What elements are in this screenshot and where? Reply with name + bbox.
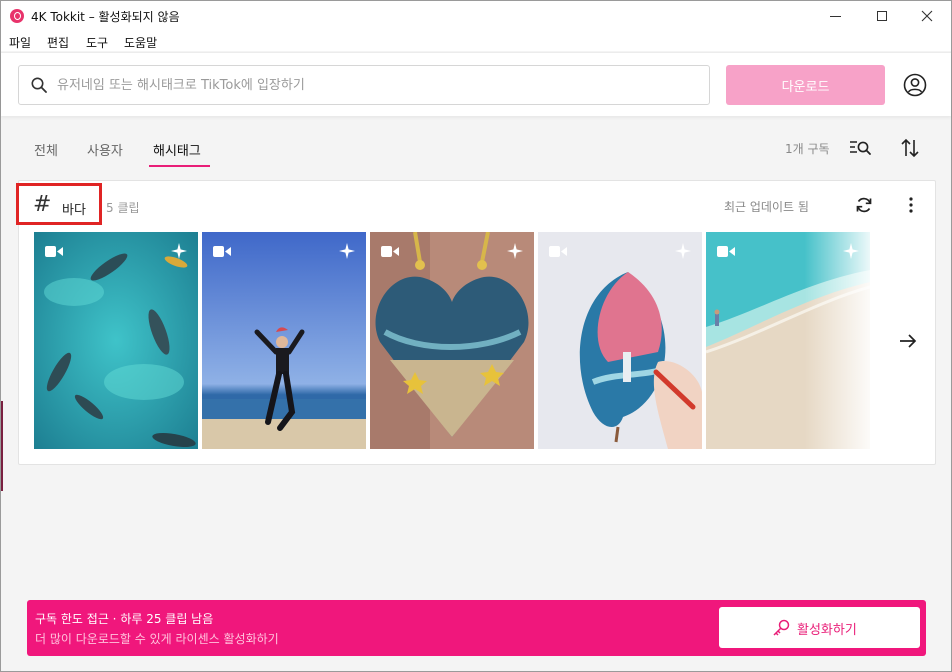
maximize-button[interactable] [859,1,905,31]
sparkle-icon [507,243,523,259]
app-logo-icon [10,9,24,23]
video-icon [717,246,735,257]
hashtag-icon: # [33,192,52,217]
menu-edit[interactable]: 편집 [47,34,69,51]
refresh-icon[interactable] [854,195,874,215]
search-header: 다운로드 [1,52,951,116]
sparkle-icon [675,243,691,259]
sparkle-icon [843,243,859,259]
arrow-right-icon[interactable] [897,330,919,352]
video-icon [549,246,567,257]
activate-button-label: 활성화하기 [797,623,857,638]
minimize-button[interactable] [812,1,858,31]
search-box [18,65,710,105]
clip-thumbnail[interactable] [538,232,702,449]
filter-search-icon[interactable] [849,139,873,157]
sort-icon[interactable] [899,137,921,159]
key-icon [773,619,790,636]
download-button[interactable]: 다운로드 [726,65,885,105]
menu-file[interactable]: 파일 [9,34,31,51]
clip-thumbnail[interactable] [370,232,534,449]
subscription-count: 1개 구독 [785,142,830,156]
update-status: 최근 업데이트 됨 [724,200,809,214]
search-icon [31,77,47,93]
video-icon [381,246,399,257]
menu-tools[interactable]: 도구 [86,34,108,51]
tag-highlight-box [16,183,102,225]
close-button[interactable] [904,1,950,31]
video-icon [213,246,231,257]
hashtag-name[interactable]: 바다 [62,199,86,218]
tab-all[interactable]: 전체 [34,140,58,159]
search-input[interactable] [57,66,697,104]
minimize-icon [829,15,841,17]
license-banner: 구독 한도 접근 · 하루 25 클립 남음 더 많이 다운로드할 수 있게 라… [27,600,926,656]
window-title: 4K Tokkit – 활성화되지 않음 [31,10,180,24]
banner-subtitle: 더 많이 다운로드할 수 있게 라이센스 활성화하기 [35,632,279,646]
clip-thumbnail[interactable] [202,232,366,449]
active-tab-indicator [149,165,210,167]
title-bar: 4K Tokkit – 활성화되지 않음 [1,1,951,31]
close-icon [921,10,933,22]
app-window: 4K Tokkit – 활성화되지 않음 파일 편집 도구 도움말 다운로드 전… [0,0,952,672]
banner-title: 구독 한도 접근 · 하루 25 클립 남음 [35,612,214,626]
menu-help[interactable]: 도움말 [124,34,157,51]
tab-users[interactable]: 사용자 [87,140,123,159]
window-edge [1,401,3,491]
activate-button[interactable]: 활성화하기 [719,607,920,648]
tab-hashtags[interactable]: 해시태그 [153,140,201,159]
clip-thumbnail[interactable] [34,232,198,449]
video-icon [45,246,63,257]
account-icon[interactable] [903,73,927,97]
sparkle-icon [171,243,187,259]
clip-thumbnail[interactable] [706,232,870,449]
sparkle-icon [339,243,355,259]
menu-bar: 파일 편집 도구 도움말 [1,31,951,51]
clip-count: 5 클립 [106,201,140,215]
more-options-icon[interactable] [901,195,921,215]
maximize-icon [877,11,887,21]
